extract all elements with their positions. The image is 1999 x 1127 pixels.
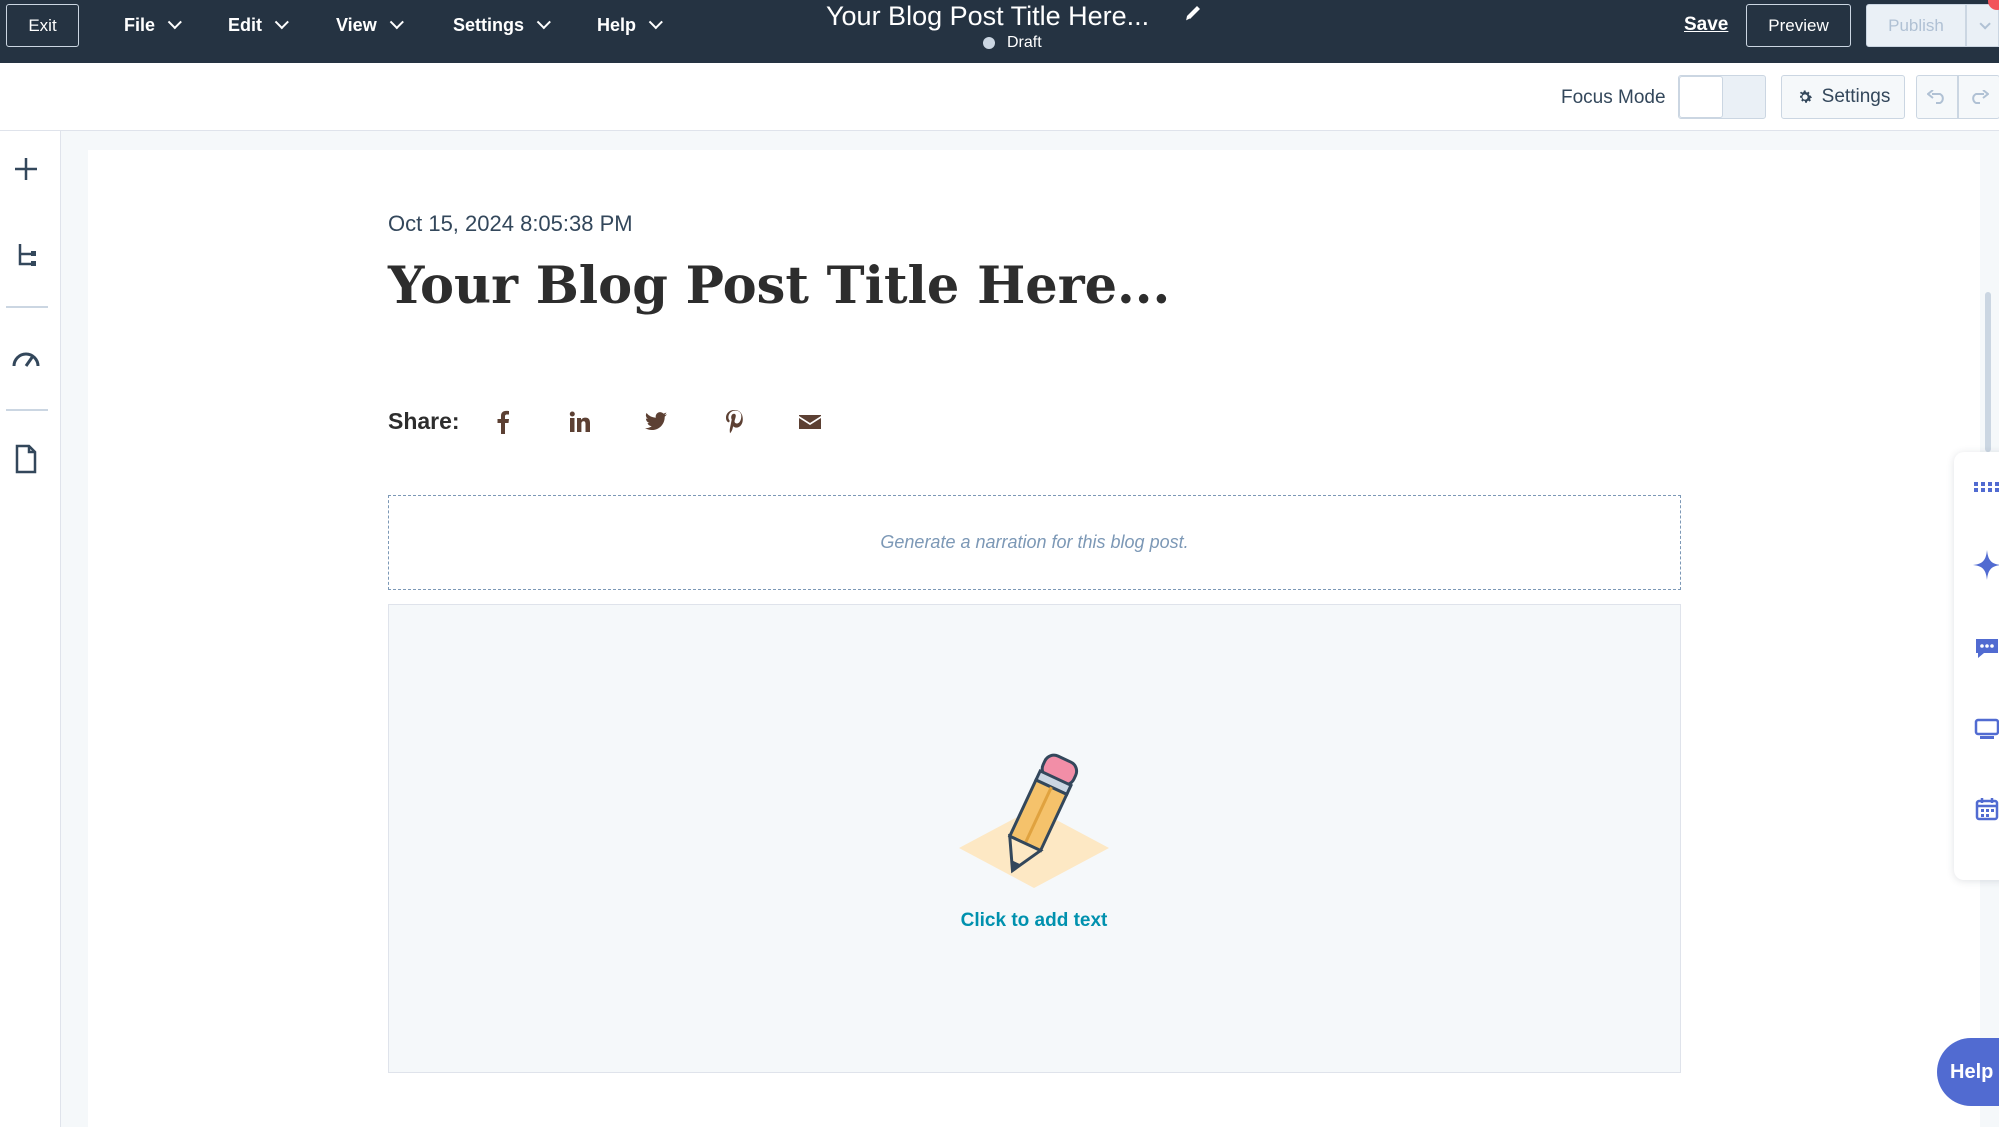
menu-view-label: View <box>336 14 377 35</box>
add-module-button[interactable] <box>10 153 42 185</box>
chevron-down-icon <box>648 15 663 30</box>
pinterest-share-link[interactable] <box>720 408 748 436</box>
menu-edit[interactable]: Edit <box>228 0 289 50</box>
left-sidebar <box>0 131 61 1127</box>
chevron-down-icon <box>536 15 551 30</box>
document-title[interactable]: Your Blog Post Title Here... <box>826 0 1149 32</box>
chevron-down-icon <box>1978 17 1991 30</box>
publish-options-dropdown[interactable] <box>1966 4 1999 47</box>
status-text: Draft <box>1007 34 1042 51</box>
comments-button[interactable] <box>1972 634 1999 664</box>
chevron-down-icon <box>389 15 404 30</box>
twitter-icon <box>645 412 667 431</box>
publish-button[interactable]: Publish <box>1866 4 1966 47</box>
rail-divider <box>6 306 48 308</box>
menu-edit-label: Edit <box>228 14 262 35</box>
apps-button[interactable] <box>1972 472 1999 502</box>
document-icon <box>15 444 37 474</box>
preview-device-button[interactable] <box>1972 714 1999 744</box>
calendar-icon <box>1975 798 1999 821</box>
settings-button[interactable]: Settings <box>1781 75 1905 119</box>
twitter-share-link[interactable] <box>642 408 670 436</box>
chevron-down-icon <box>167 15 182 30</box>
optimize-button[interactable] <box>10 343 42 375</box>
scrollbar-thumb[interactable] <box>1985 292 1991 452</box>
linkedin-icon <box>569 411 590 432</box>
click-to-add-text[interactable]: Click to add text <box>900 910 1168 932</box>
share-label: Share: <box>388 408 460 434</box>
chevron-down-icon <box>274 15 289 30</box>
monitor-icon <box>1974 718 1999 739</box>
focus-mode-toggle[interactable] <box>1678 75 1766 119</box>
save-button[interactable]: Save <box>1684 14 1728 36</box>
plus-icon <box>15 158 37 180</box>
toggle-knob <box>1679 76 1723 118</box>
editor-toolbar: Focus Mode Settings <box>0 63 1999 131</box>
tree-structure-icon <box>18 244 36 266</box>
schedule-button[interactable] <box>1972 794 1999 824</box>
menu-settings[interactable]: Settings <box>453 0 551 50</box>
narration-text: Generate a narration for this blog post. <box>880 532 1189 552</box>
top-navigation-bar: Exit File Edit View Settings Help Your B… <box>0 0 1999 63</box>
email-icon <box>799 415 821 429</box>
layers-tree-button[interactable] <box>10 239 42 271</box>
settings-button-label: Settings <box>1821 86 1891 107</box>
menu-view[interactable]: View <box>336 0 404 50</box>
facebook-share-link[interactable] <box>489 408 517 436</box>
pencil-illustration-icon <box>959 753 1109 888</box>
exit-button[interactable]: Exit <box>6 4 79 47</box>
menu-file-label: File <box>124 14 156 35</box>
redo-button[interactable] <box>1958 75 1999 119</box>
menu-help[interactable]: Help <box>597 0 663 50</box>
document-title-text: Your Blog Post Title Here... <box>826 0 1150 31</box>
status-dot <box>983 37 995 49</box>
pinterest-icon <box>726 410 743 434</box>
rail-divider <box>6 409 48 411</box>
facebook-icon <box>497 410 509 434</box>
menu-settings-label: Settings <box>453 14 525 35</box>
focus-mode-label: Focus Mode <box>1561 87 1666 108</box>
redo-icon <box>1972 90 1989 104</box>
narration-generator[interactable]: Generate a narration for this blog post. <box>388 495 1681 590</box>
preview-button[interactable]: Preview <box>1746 4 1851 47</box>
pencil-edit-icon[interactable] <box>1183 3 1203 25</box>
linkedin-share-link[interactable] <box>566 408 594 436</box>
help-button[interactable]: Help <box>1937 1038 1999 1106</box>
undo-button[interactable] <box>1916 75 1958 119</box>
sparkle-icon <box>1973 550 1999 580</box>
ai-assistant-button[interactable] <box>1972 550 1999 580</box>
speedometer-icon <box>12 352 40 367</box>
gear-icon <box>1799 90 1812 103</box>
email-share-link[interactable] <box>796 408 824 436</box>
post-title[interactable]: Your Blog Post Title Here... <box>388 256 1170 316</box>
undo-icon <box>1927 90 1944 104</box>
menu-file[interactable]: File <box>124 0 182 50</box>
menu-help-label: Help <box>597 14 637 35</box>
comment-bubble-icon <box>1976 639 1998 658</box>
right-tools-panel <box>1954 452 1999 880</box>
grid-dots-icon <box>1974 482 1999 492</box>
page-settings-button[interactable] <box>10 443 42 475</box>
post-date: Oct 15, 2024 8:05:38 PM <box>388 211 633 236</box>
status-indicator: Draft <box>983 34 1042 52</box>
